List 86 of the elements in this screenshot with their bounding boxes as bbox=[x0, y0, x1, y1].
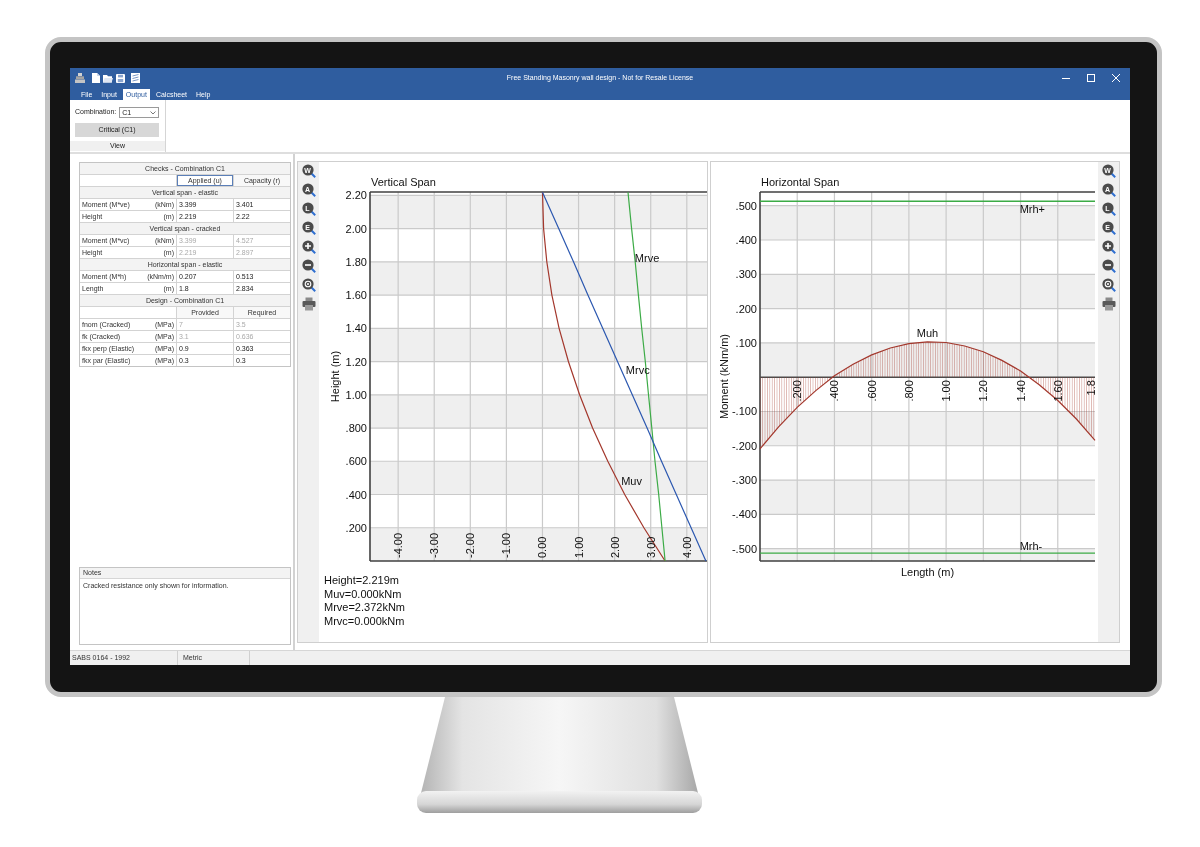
zoom-fit-icon bbox=[1101, 278, 1116, 292]
tick-label: .400 bbox=[828, 380, 841, 402]
tick-label: .200 bbox=[791, 380, 804, 402]
readout-text: Mrvc=0.000kNm bbox=[324, 614, 406, 628]
tick-label: 0.00 bbox=[536, 536, 549, 558]
magnifier-icon bbox=[301, 164, 316, 178]
tick-label: -4.00 bbox=[392, 532, 405, 558]
magnifier-icon bbox=[1101, 164, 1116, 178]
tick-label: 2.00 bbox=[345, 222, 367, 235]
tick-label: 1.20 bbox=[977, 380, 990, 402]
axis-title: Moment (kNm/m) bbox=[718, 334, 730, 419]
tick-label: -2.00 bbox=[464, 532, 477, 558]
tick-label: -.200 bbox=[731, 439, 757, 452]
magnifier-icon bbox=[1101, 202, 1116, 216]
tick-label: 1.00 bbox=[940, 380, 953, 402]
magnifier-icon bbox=[301, 183, 316, 197]
zoom-fit-button[interactable] bbox=[301, 278, 316, 292]
tick-label: .600 bbox=[865, 380, 878, 402]
tick-label: .600 bbox=[345, 455, 367, 468]
magnifier-icon bbox=[1101, 183, 1116, 197]
readout-text: Mrve=2.372kNm bbox=[324, 601, 406, 615]
magnifier-icon bbox=[1101, 221, 1116, 235]
tick-label: 1.60 bbox=[345, 289, 367, 302]
print-button[interactable] bbox=[1101, 297, 1116, 311]
tick-label: .800 bbox=[902, 380, 915, 402]
axis-title: Length (m) bbox=[900, 566, 955, 578]
zoom-out-button[interactable] bbox=[1101, 259, 1116, 273]
chart-title: Horizontal Span bbox=[761, 176, 840, 188]
zoom-fit-button[interactable] bbox=[1101, 278, 1116, 292]
chevron-icon bbox=[150, 110, 157, 115]
tick-label: .200 bbox=[735, 302, 757, 315]
minimize-icon bbox=[1061, 77, 1070, 79]
zoom-out-button[interactable] bbox=[301, 259, 316, 273]
zoom-in-icon bbox=[301, 240, 316, 254]
tick-label: .400 bbox=[345, 488, 367, 501]
zoom-in-button[interactable] bbox=[301, 240, 316, 254]
readout-text: Height=2.219m bbox=[324, 574, 400, 588]
tick-label: 3.00 bbox=[644, 536, 657, 558]
tick-label: 1.00 bbox=[572, 536, 585, 558]
tick-label: -.400 bbox=[731, 508, 757, 521]
readout-text: Muv=0.000kNm bbox=[324, 587, 403, 601]
tick-label: .800 bbox=[345, 422, 367, 435]
magnifier-icon bbox=[301, 202, 316, 216]
close-icon bbox=[1111, 74, 1120, 82]
tick-label: -3.00 bbox=[428, 532, 441, 558]
zoom-in-icon bbox=[1101, 240, 1116, 254]
tick-label: 1.40 bbox=[1014, 380, 1027, 402]
annotation-label: Mrvc bbox=[625, 363, 650, 376]
tick-label: .400 bbox=[735, 234, 757, 246]
zoom-out-icon bbox=[301, 259, 316, 273]
zoom-in-button[interactable] bbox=[1101, 240, 1116, 254]
tick-label: -.500 bbox=[731, 542, 757, 555]
printer-icon bbox=[301, 297, 316, 311]
tick-label: 2.20 bbox=[345, 189, 367, 202]
zoom-fit-icon bbox=[301, 278, 316, 292]
maximize-icon bbox=[1086, 74, 1095, 82]
tick-label: 2.00 bbox=[608, 536, 621, 558]
series-label: Muh bbox=[916, 326, 939, 339]
tick-label: -.100 bbox=[731, 405, 757, 418]
chart-title: Vertical Span bbox=[371, 176, 436, 188]
folder-icon[interactable] bbox=[103, 73, 113, 83]
annotation-label: Mrve bbox=[634, 252, 660, 265]
tick-label: .200 bbox=[345, 521, 367, 534]
annotation-label: Muv bbox=[621, 475, 642, 488]
magnifier-icon bbox=[301, 221, 316, 235]
tick-label: 1.20 bbox=[345, 355, 367, 368]
tick-label: 1.8 bbox=[1085, 380, 1097, 396]
tick-label: 1.60 bbox=[1051, 380, 1064, 402]
print-button[interactable] bbox=[301, 297, 316, 311]
reference-label: Mrh- bbox=[1019, 540, 1043, 553]
document-icon[interactable] bbox=[92, 73, 100, 83]
tick-label: -1.00 bbox=[500, 532, 513, 558]
tick-label: 1.40 bbox=[345, 322, 367, 335]
reference-label: Mrh+ bbox=[1019, 203, 1045, 216]
tick-label: -.300 bbox=[731, 474, 757, 487]
zoom-out-icon bbox=[1101, 259, 1116, 273]
tick-label: .100 bbox=[735, 336, 757, 349]
axis-title: Height (m) bbox=[329, 350, 341, 403]
stacked-blocks-icon[interactable] bbox=[75, 73, 85, 83]
printer-icon bbox=[1101, 297, 1116, 311]
tick-label: 1.00 bbox=[345, 388, 367, 401]
tick-label: 1.80 bbox=[345, 255, 367, 268]
lined-page-icon[interactable] bbox=[131, 73, 140, 83]
tick-label: .300 bbox=[735, 268, 757, 281]
tick-label: .500 bbox=[735, 199, 757, 212]
tick-label: 4.00 bbox=[680, 536, 693, 558]
